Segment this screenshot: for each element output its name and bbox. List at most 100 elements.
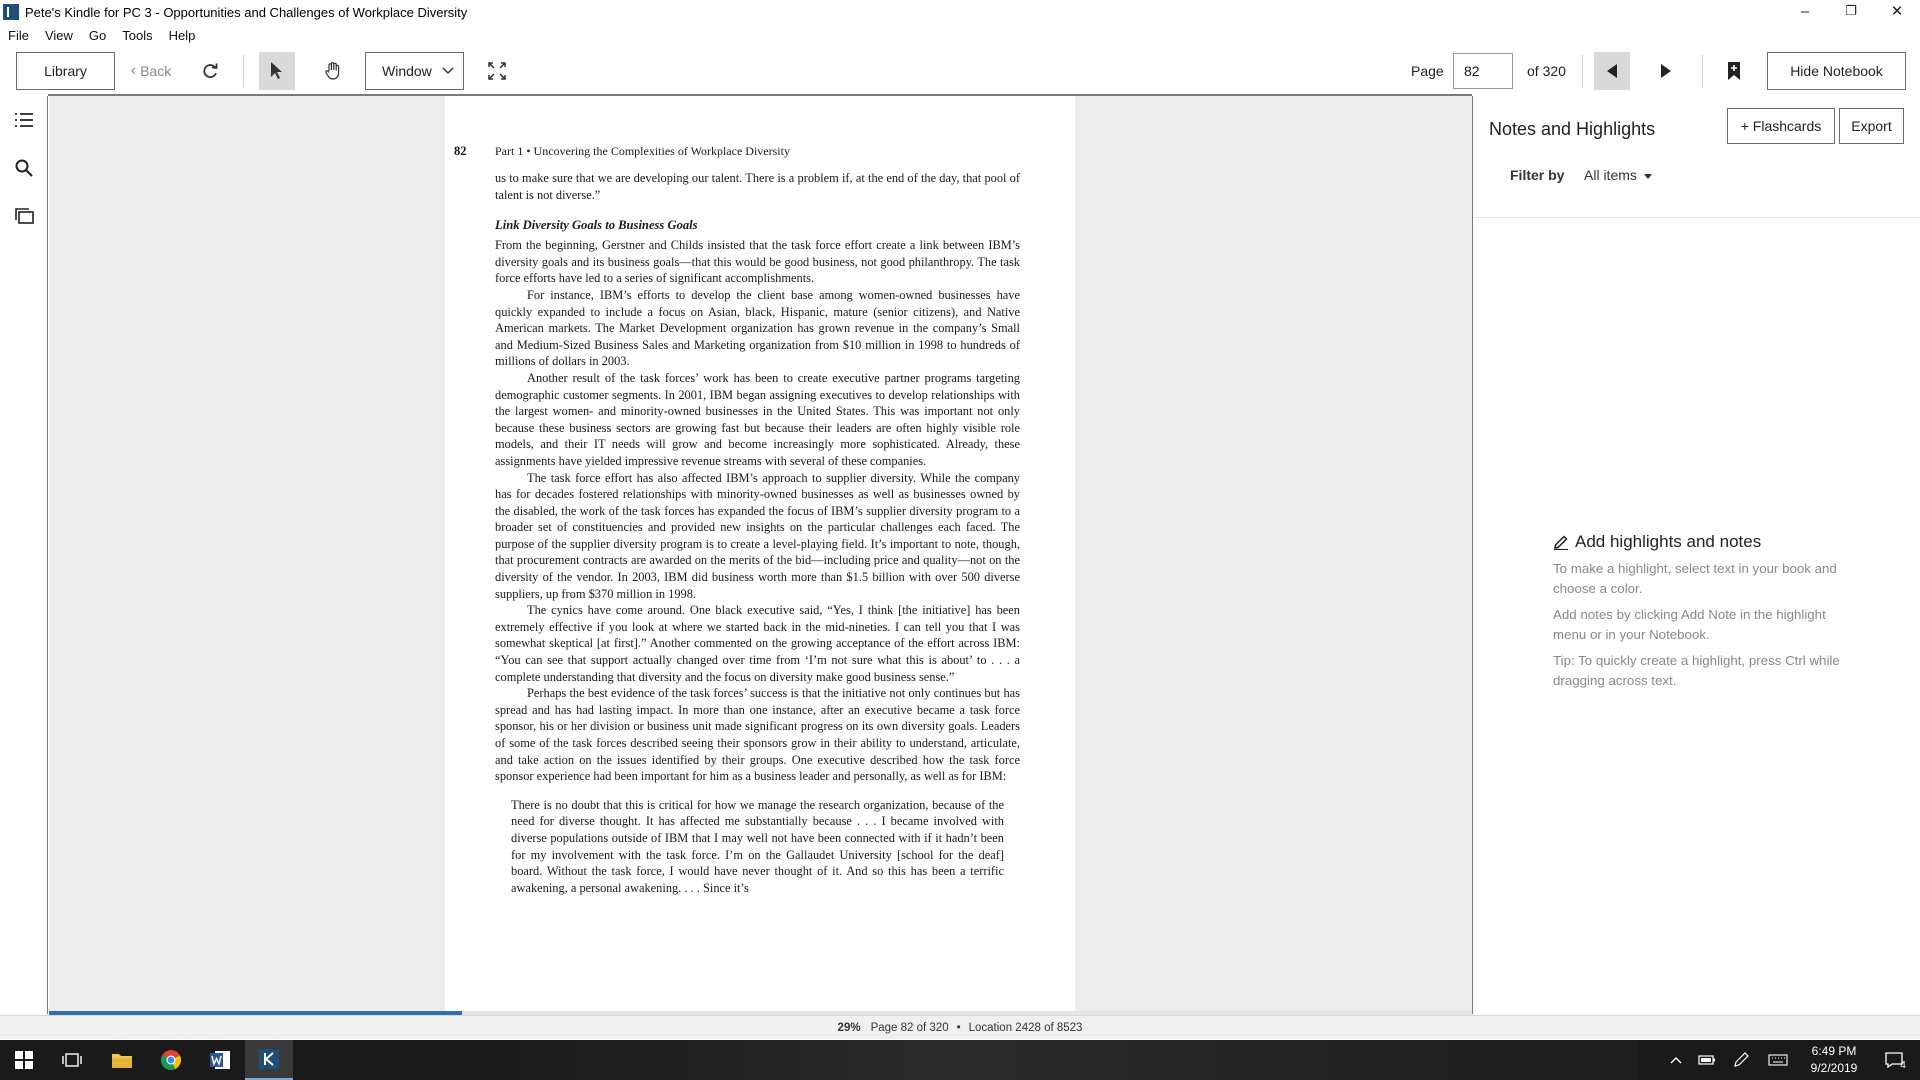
keyboard-tray-button[interactable] [1764, 1040, 1792, 1080]
page-label: Page [1411, 63, 1444, 79]
window-controls: – ❐ ✕ [1782, 0, 1920, 24]
paragraph[interactable]: The cynics have come around. One black e… [495, 602, 1020, 685]
book-text[interactable]: us to make sure that we are developing o… [495, 170, 1020, 896]
triangle-left-icon [1607, 64, 1617, 78]
empty-state-text: To make a highlight, select text in your… [1553, 561, 1837, 596]
paragraph[interactable]: us to make sure that we are developing o… [495, 170, 1020, 203]
pen-icon [1734, 1052, 1749, 1067]
library-button[interactable]: Library [16, 52, 115, 90]
back-button[interactable]: ‹ Back [125, 52, 177, 90]
folder-icon [112, 1054, 132, 1068]
book-page[interactable]: 82 Part 1 • Uncovering the Complexities … [445, 96, 1075, 1014]
running-head: Part 1 • Uncovering the Complexities of … [495, 144, 790, 158]
minimize-button[interactable]: – [1782, 0, 1828, 22]
pencil-icon [1554, 535, 1568, 550]
search-button[interactable] [12, 156, 36, 180]
add-bookmark-button[interactable] [1722, 52, 1746, 90]
action-center-button[interactable]: 4 [1874, 1040, 1916, 1080]
paragraph[interactable]: Perhaps the best evidence of the task fo… [495, 685, 1020, 785]
menu-bar: File View Go Tools Help [0, 24, 203, 46]
pen-tray-button[interactable] [1728, 1040, 1754, 1080]
sync-button[interactable] [195, 52, 225, 90]
section-heading[interactable]: Link Diversity Goals to Business Goals [495, 217, 1020, 233]
kindle-app-icon [3, 4, 19, 20]
show-hidden-icons-button[interactable] [1664, 1040, 1688, 1080]
restore-button[interactable]: ❐ [1828, 0, 1874, 22]
location-status: Location 2428 of 8523 [968, 1021, 1083, 1034]
chrome-icon [161, 1050, 181, 1070]
menu-tools[interactable]: Tools [114, 28, 160, 43]
hand-icon [325, 62, 340, 80]
menu-view[interactable]: View [37, 28, 81, 43]
menu-file[interactable]: File [0, 28, 37, 43]
toolbar-divider [243, 55, 244, 87]
paragraph[interactable]: Another result of the task forces’ work … [495, 370, 1020, 470]
kindle-taskbar-button[interactable] [245, 1040, 293, 1080]
flashcards-button[interactable] [12, 204, 36, 228]
title-bar: Pete's Kindle for PC 3 - Opportunities a… [0, 0, 1920, 24]
file-explorer-button[interactable] [98, 1040, 146, 1080]
notebook-title: Notes and Highlights [1489, 119, 1656, 139]
filter-value: All items [1584, 167, 1637, 183]
toolbar: Library ‹ Back Window Page 82 of 320 Hid… [0, 49, 1920, 93]
menu-help[interactable]: Help [161, 28, 204, 43]
next-page-button[interactable] [1648, 52, 1684, 90]
windows-taskbar: 6:49 PM 9/2/2019 4 [0, 1040, 1920, 1080]
battery-tray-button[interactable] [1694, 1040, 1720, 1080]
empty-state-text: Add notes by clicking Add Note in the hi… [1553, 607, 1826, 642]
task-view-button[interactable] [48, 1040, 96, 1080]
cards-icon [15, 208, 34, 224]
select-tool-button[interactable] [259, 52, 295, 90]
taskbar-clock[interactable]: 6:49 PM 9/2/2019 [1802, 1043, 1866, 1077]
left-rail [0, 96, 48, 1014]
book-page-number: 82 [454, 144, 467, 158]
flashcards-button[interactable]: + Flashcards [1727, 108, 1835, 144]
start-button[interactable] [0, 1040, 48, 1080]
notification-count-badge: 4 [1900, 1059, 1906, 1071]
previous-page-button[interactable] [1594, 52, 1630, 90]
paragraph[interactable]: From the beginning, Gerstner and Childs … [495, 237, 1020, 287]
keyboard-icon [1768, 1054, 1788, 1066]
reading-pane[interactable]: 82 Part 1 • Uncovering the Complexities … [49, 96, 1472, 1014]
clock-time: 6:49 PM [1811, 1044, 1857, 1058]
chevron-left-icon: ‹ [130, 62, 137, 79]
export-button[interactable]: Export [1839, 108, 1904, 144]
table-of-contents-button[interactable] [12, 108, 36, 132]
page-number-input[interactable]: 82 [1453, 53, 1513, 89]
table-of-contents-icon [15, 113, 33, 127]
view-mode-dropdown[interactable]: Window [365, 52, 464, 90]
hide-notebook-button[interactable]: Hide Notebook [1767, 52, 1906, 90]
triangle-right-icon [1661, 64, 1671, 78]
toolbar-divider [1582, 55, 1583, 87]
search-icon [15, 159, 33, 177]
taskbar-wallpaper-strip [478, 1040, 1638, 1080]
notebook-empty-state: Add highlights and notes To make a highl… [1553, 532, 1853, 690]
progress-percent: 29% [837, 1021, 861, 1034]
filter-label: Filter by [1510, 167, 1565, 183]
window-title: Pete's Kindle for PC 3 - Opportunities a… [25, 4, 468, 20]
fullscreen-button[interactable] [483, 52, 511, 90]
cursor-arrow-icon [271, 62, 282, 79]
view-mode-label: Window [382, 63, 432, 79]
paragraph[interactable]: For instance, IBM’s efforts to develop t… [495, 287, 1020, 370]
menu-go[interactable]: Go [81, 28, 114, 43]
kindle-icon [259, 1049, 279, 1069]
sync-icon [203, 63, 218, 78]
empty-state-title: Add highlights and notes [1553, 532, 1853, 552]
chrome-button[interactable] [147, 1040, 195, 1080]
notebook-header: Notes and Highlights + Flashcards Export… [1473, 96, 1920, 218]
hand-tool-button[interactable] [316, 52, 350, 90]
paragraph[interactable]: The task force effort has also affected … [495, 470, 1020, 603]
back-label: Back [140, 63, 172, 79]
word-button[interactable] [196, 1040, 244, 1080]
caret-down-icon [1643, 173, 1652, 179]
chevron-up-icon [1670, 1057, 1682, 1064]
toolbar-divider [1702, 55, 1703, 87]
page-total: of 320 [1527, 63, 1566, 79]
empty-state-title-text: Add highlights and notes [1575, 532, 1762, 551]
battery-icon [1698, 1055, 1715, 1065]
notebook-panel: Notes and Highlights + Flashcards Export… [1472, 96, 1920, 1014]
filter-dropdown[interactable]: All items [1584, 167, 1652, 183]
block-quote[interactable]: There is no doubt that this is critical … [511, 797, 1004, 897]
close-button[interactable]: ✕ [1874, 0, 1920, 22]
